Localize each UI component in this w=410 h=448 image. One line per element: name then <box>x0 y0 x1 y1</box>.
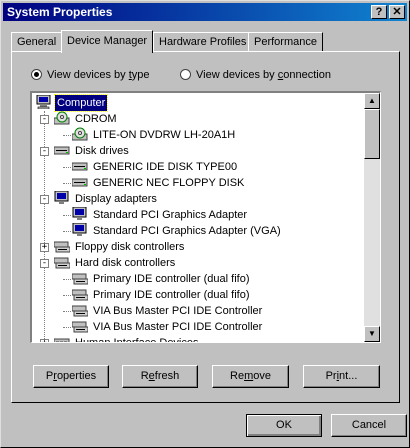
tree-connector <box>63 279 71 280</box>
tree-connector <box>63 295 71 296</box>
tree-item-label: CDROM <box>75 113 117 125</box>
window-title: System Properties <box>7 5 113 19</box>
cdrom-icon <box>71 127 88 141</box>
computer-icon <box>36 94 52 110</box>
tab-device-manager[interactable]: Device Manager <box>61 30 154 53</box>
tree-category[interactable]: CDROM <box>53 111 119 127</box>
tree-item-label: VIA Bus Master PCI IDE Controller <box>93 321 263 333</box>
tree-connector <box>63 327 71 328</box>
remove-button[interactable]: Remove <box>212 365 289 388</box>
device-tree: Computer CDROM - LITE-ON DVDRW LH-20A1H Disk… <box>32 93 364 342</box>
tree-root-computer[interactable]: Computer <box>36 94 109 112</box>
disk-drive-icon <box>71 159 88 173</box>
tree-device[interactable]: GENERIC NEC FLOPPY DISK <box>71 175 246 191</box>
tab-hardware-profiles[interactable]: Hardware Profiles <box>153 32 253 51</box>
scroll-down-button[interactable]: ▼ <box>364 326 380 342</box>
cdrom-icon <box>53 111 70 125</box>
tree-device[interactable]: Primary IDE controller (dual fifo) <box>71 287 252 303</box>
radio-by-connection[interactable] <box>180 69 191 80</box>
view-by-type-option[interactable]: View devices by type <box>31 67 150 83</box>
tree-connector <box>63 183 71 184</box>
tree-item-label: Floppy disk controllers <box>75 241 185 253</box>
tree-category[interactable]: Disk drives <box>53 143 131 159</box>
system-properties-window: System Properties ? ✕ General Device Man… <box>0 0 410 448</box>
expand-icon[interactable]: + <box>40 243 49 252</box>
radio-by-type[interactable] <box>31 69 42 80</box>
tree-item-label: LITE-ON DVDRW LH-20A1H <box>93 129 236 141</box>
tree-item-label: Disk drives <box>75 145 129 157</box>
tree-item-label: Human Interface Devices <box>73 335 201 342</box>
refresh-button[interactable]: Refresh <box>122 365 198 388</box>
device-tree-list[interactable]: Computer CDROM - LITE-ON DVDRW LH-20A1H Disk… <box>30 91 381 343</box>
collapse-icon[interactable]: - <box>40 195 49 204</box>
tree-device[interactable]: Standard PCI Graphics Adapter (VGA) <box>72 222 283 239</box>
disk-drive-icon <box>53 143 70 157</box>
tree-item-label: Standard PCI Graphics Adapter (VGA) <box>93 225 281 237</box>
close-button[interactable]: ✕ <box>389 5 405 19</box>
tree-device[interactable]: Standard PCI Graphics Adapter <box>72 206 249 223</box>
tree-connector <box>63 215 71 216</box>
tree-item-label: Hard disk controllers <box>75 257 176 269</box>
tree-device[interactable]: VIA Bus Master PCI IDE Controller <box>71 319 264 335</box>
monitor-icon <box>54 190 70 205</box>
controller-icon <box>71 271 89 285</box>
tree-connector <box>63 231 71 232</box>
controller-icon <box>71 319 89 333</box>
tree-item-label: Display adapters <box>75 193 157 205</box>
tree-category[interactable]: Human Interface Devices <box>53 335 201 342</box>
view-by-connection-option[interactable]: View devices by connection <box>180 67 331 83</box>
tab-performance[interactable]: Performance <box>248 32 323 51</box>
collapse-icon[interactable]: - <box>40 259 49 268</box>
cancel-button[interactable]: Cancel <box>331 414 407 437</box>
tree-category[interactable]: Hard disk controllers <box>53 255 177 271</box>
tree-connector <box>63 167 71 168</box>
print-button[interactable]: Print... <box>303 365 380 388</box>
hid-icon <box>53 335 70 342</box>
help-button[interactable]: ? <box>371 5 387 19</box>
tree-item-label: Primary IDE controller (dual fifo) <box>93 289 250 301</box>
tree-device[interactable]: LITE-ON DVDRW LH-20A1H <box>71 127 237 143</box>
tree-item-label: Primary IDE controller (dual fifo) <box>93 273 250 285</box>
collapse-icon[interactable]: - <box>40 115 49 124</box>
properties-button[interactable]: Properties <box>33 365 109 388</box>
tree-item-label: Computer <box>53 94 109 112</box>
tree-device[interactable]: VIA Bus Master PCI IDE Controller <box>71 303 264 319</box>
disk-drive-icon <box>71 175 88 189</box>
controller-icon <box>53 255 71 269</box>
tree-category[interactable]: Display adapters <box>54 190 159 207</box>
tree-connector <box>63 135 71 136</box>
tree-item-label: GENERIC IDE DISK TYPE00 <box>93 161 238 173</box>
tree-item-label: Standard PCI Graphics Adapter <box>93 209 248 221</box>
monitor-icon <box>72 222 88 237</box>
controller-icon <box>71 287 89 301</box>
monitor-icon <box>72 206 88 221</box>
scroll-thumb[interactable] <box>364 109 380 159</box>
controller-icon <box>53 239 71 253</box>
tree-device[interactable]: Primary IDE controller (dual fifo) <box>71 271 252 287</box>
controller-icon <box>71 303 89 317</box>
tab-general[interactable]: General <box>11 32 63 51</box>
vertical-scrollbar[interactable]: ▲ ▼ <box>364 93 380 342</box>
tree-device[interactable]: GENERIC IDE DISK TYPE00 <box>71 159 239 175</box>
tree-item-label: VIA Bus Master PCI IDE Controller <box>93 305 263 317</box>
title-bar[interactable]: System Properties ? ✕ <box>3 3 407 21</box>
tree-category[interactable]: Floppy disk controllers <box>53 239 186 255</box>
tree-connector <box>63 311 71 312</box>
expand-icon[interactable]: + <box>40 339 49 342</box>
ok-button[interactable]: OK <box>246 414 322 437</box>
tree-item-label: GENERIC NEC FLOPPY DISK <box>93 177 245 189</box>
collapse-icon[interactable]: - <box>40 147 49 156</box>
scroll-up-button[interactable]: ▲ <box>364 93 380 109</box>
